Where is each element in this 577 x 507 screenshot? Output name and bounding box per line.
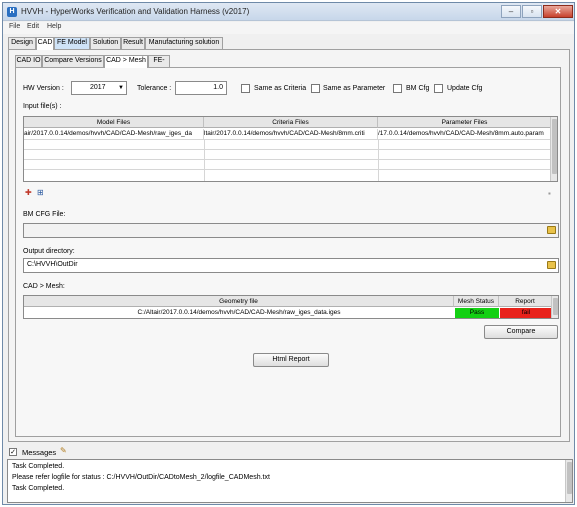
mesh-status-badge: Pass <box>455 308 499 318</box>
folder-icon[interactable] <box>547 226 556 234</box>
maximize-icon[interactable]: ▫ <box>522 5 542 18</box>
hw-version-select[interactable]: 2017 ▼ <box>71 81 127 95</box>
bm-cfg-checkbox[interactable] <box>393 84 402 93</box>
col-geometry-file: Geometry file <box>24 296 454 307</box>
folder-icon[interactable] <box>547 261 556 269</box>
scrollbar-thumb[interactable] <box>553 298 558 315</box>
grid-line <box>204 139 205 181</box>
update-cfg-label: Update Cfg <box>447 85 483 92</box>
grid-line <box>24 159 552 160</box>
tab-design[interactable]: Design <box>8 37 36 49</box>
grid-line <box>24 139 552 140</box>
main-tab-bar: Design CAD FE Model Solution Result Manu… <box>8 37 568 50</box>
same-as-parameter-label: Same as Parameter <box>323 85 386 92</box>
same-as-parameter-checkbox[interactable] <box>311 84 320 93</box>
title-bar: H HVVH - HyperWorks Verification and Val… <box>3 3 574 21</box>
window-title: HVVH - HyperWorks Verification and Valid… <box>21 7 250 16</box>
tolerance-input[interactable]: 1.0 <box>175 81 227 95</box>
col-criteria-files: Criteria Files <box>204 117 378 128</box>
compare-button[interactable]: Compare <box>484 325 558 339</box>
cad-mesh-panel: HW Version : 2017 ▼ Tolerance : 1.0 Same… <box>15 67 561 437</box>
tab-solution[interactable]: Solution <box>90 37 121 49</box>
cad-panel: CAD IO Compare Versions CAD > Mesh FE-FE… <box>8 49 570 442</box>
update-cfg-checkbox[interactable] <box>434 84 443 93</box>
cell-geometry-file[interactable]: C:/Altair/2017.0.0.14/demos/hvvh/CAD/CAD… <box>24 308 454 318</box>
cell-criteria-file[interactable]: ltair/2017.0.0.14/demos/hvvh/CAD/CAD-Mes… <box>204 129 378 139</box>
tab-result[interactable]: Result <box>121 37 145 49</box>
bm-cfg-file-label: BM CFG File: <box>23 211 66 218</box>
tab-manufacturing-solution[interactable]: Manufacturing solution <box>145 37 223 49</box>
main-window: H HVVH - HyperWorks Verification and Val… <box>2 2 575 505</box>
bm-cfg-file-input[interactable] <box>23 223 559 238</box>
message-line: Task Completed. <box>12 485 65 492</box>
tab-compare-versions[interactable]: Compare Versions <box>42 55 104 67</box>
menu-edit[interactable]: Edit <box>27 23 39 30</box>
message-line: Task Completed. <box>12 463 65 470</box>
hw-version-label: HW Version : <box>23 85 64 92</box>
menu-file[interactable]: File <box>9 23 20 30</box>
chevron-down-icon: ▼ <box>118 85 124 91</box>
messages-scrollbar[interactable] <box>565 460 572 502</box>
messages-label: Messages <box>22 448 57 457</box>
menu-bar: File Edit Help <box>3 22 574 34</box>
hw-version-value: 2017 <box>90 84 106 91</box>
tab-fe-model[interactable]: FE Model <box>54 37 90 49</box>
menu-help[interactable]: Help <box>47 23 61 30</box>
scrollbar-thumb[interactable] <box>567 462 572 494</box>
tab-cad-io[interactable]: CAD IO <box>15 55 42 67</box>
close-icon[interactable]: ✕ <box>543 5 573 18</box>
col-model-files: Model Files <box>24 117 204 128</box>
add-row-icon[interactable]: ✚ <box>25 189 33 197</box>
minimize-icon[interactable]: – <box>501 5 521 18</box>
grid-line <box>24 169 552 170</box>
tab-cad[interactable]: CAD <box>36 37 54 50</box>
grid-line <box>24 149 552 150</box>
tab-fe-fe[interactable]: FE-FE <box>148 55 170 74</box>
grid-line <box>378 139 379 181</box>
cad-mesh-table: Geometry file Mesh Status Report C:/Alta… <box>23 295 559 319</box>
tolerance-label: Tolerance : <box>137 85 172 92</box>
input-files-label: Input file(s) : <box>23 103 62 110</box>
col-report: Report <box>499 296 552 307</box>
sub-tab-bar: CAD IO Compare Versions CAD > Mesh FE-FE <box>15 55 315 74</box>
output-directory-label: Output directory: <box>23 248 75 255</box>
tab-cad-to-mesh[interactable]: CAD > Mesh <box>104 55 148 68</box>
same-as-criteria-checkbox[interactable] <box>241 84 250 93</box>
bm-cfg-label: BM Cfg <box>406 85 430 92</box>
cell-parameter-file[interactable]: /17.0.0.14/demos/hvvh/CAD/CAD-Mesh/8mm.a… <box>378 129 552 139</box>
input-files-scrollbar[interactable] <box>550 117 557 181</box>
col-mesh-status: Mesh Status <box>454 296 499 307</box>
scrollbar-thumb[interactable] <box>552 119 557 174</box>
app-icon: H <box>7 7 17 17</box>
messages-log: Task Completed. Please refer logfile for… <box>7 459 573 503</box>
message-line: Please refer logfile for status : C:/HVV… <box>12 474 270 481</box>
messages-checkbox[interactable]: ✓ <box>9 448 17 456</box>
pencil-icon[interactable]: ✎ <box>60 447 68 455</box>
cad-mesh-label: CAD > Mesh: <box>23 283 65 290</box>
input-files-table: Model Files Criteria Files Parameter Fil… <box>23 116 558 182</box>
cell-model-file[interactable]: air/2017.0.0.14/demos/hvvh/CAD/CAD-Mesh/… <box>24 129 204 139</box>
output-directory-input[interactable]: C:\HVVH\OutDir <box>23 258 559 273</box>
same-as-criteria-label: Same as Criteria <box>254 85 307 92</box>
html-report-button[interactable]: Html Report <box>253 353 329 367</box>
report-fail-badge[interactable]: fail <box>500 308 552 318</box>
delete-icon[interactable]: ▪ <box>548 190 556 198</box>
add-multiple-icon[interactable]: ⊞ <box>37 189 45 197</box>
col-parameter-files: Parameter Files <box>378 117 552 128</box>
cad-mesh-scrollbar[interactable] <box>551 296 558 318</box>
